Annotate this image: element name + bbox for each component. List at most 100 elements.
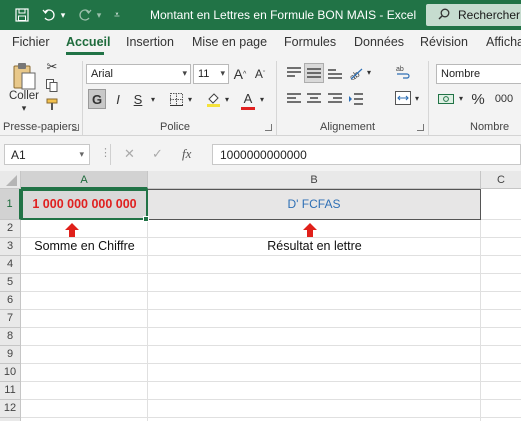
fill-handle[interactable] (143, 216, 149, 222)
align-top-icon[interactable] (284, 63, 304, 83)
number-format-select[interactable]: Nombre (436, 64, 521, 84)
group-separator (82, 61, 83, 135)
merge-center-icon[interactable] (392, 88, 414, 108)
clipboard-launcher-icon[interactable] (72, 124, 79, 131)
align-right-icon[interactable] (325, 89, 345, 109)
underline-button[interactable]: S (130, 89, 146, 109)
row-header-3[interactable]: 3 (0, 238, 21, 256)
format-painter-icon[interactable] (44, 96, 60, 112)
tab-affichage[interactable]: Affichag (486, 35, 521, 49)
redo-dropdown-icon[interactable]: ▾ (94, 0, 104, 30)
accounting-format-icon[interactable] (436, 89, 456, 109)
tab-fichier[interactable]: Fichier (12, 35, 50, 49)
column-header-a[interactable]: A (21, 171, 148, 189)
copy-icon[interactable] (44, 77, 60, 93)
undo-icon[interactable] (40, 0, 58, 30)
formula-input[interactable]: 1000000000000 (212, 144, 521, 165)
align-middle-icon[interactable] (304, 63, 324, 83)
gridline (21, 327, 521, 328)
number-format-value: Nombre (441, 68, 481, 80)
redo-icon[interactable] (76, 0, 94, 30)
align-center-icon[interactable] (304, 89, 324, 109)
svg-text:ab: ab (348, 69, 361, 80)
font-name-value: Arial (91, 68, 114, 80)
font-launcher-icon[interactable] (265, 124, 272, 131)
borders-icon[interactable] (168, 90, 184, 108)
font-size-select[interactable]: 11 ▾ (193, 64, 229, 84)
font-color-icon[interactable]: A (240, 89, 256, 107)
row-header-8[interactable]: 8 (0, 328, 21, 346)
row-header-9[interactable]: 9 (0, 346, 21, 364)
orientation-dropdown-icon[interactable]: ▾ (364, 66, 374, 78)
formula-bar-grip-icon[interactable]: ⋮ (100, 146, 111, 159)
font-name-select[interactable]: Arial ▾ (86, 64, 191, 84)
row-header-12[interactable]: 12 (0, 400, 21, 418)
align-bottom-icon[interactable] (325, 63, 345, 83)
gridline (21, 309, 521, 310)
font-color-dropdown-icon[interactable]: ▾ (257, 93, 267, 105)
tab-accueil[interactable]: Accueil (66, 35, 110, 49)
group-separator (276, 61, 277, 135)
row-header-4[interactable]: 4 (0, 256, 21, 274)
thousands-separator-button[interactable]: 000 (492, 89, 516, 109)
indent-icon[interactable] (346, 89, 366, 109)
bold-button[interactable]: G (88, 89, 106, 109)
gridline (21, 399, 521, 400)
group-separator (428, 61, 429, 135)
cut-icon[interactable]: ✂ (44, 59, 60, 75)
worksheet-grid[interactable]: A B C 1 2 3 4 5 6 7 8 9 10 11 12 13 1 00… (0, 171, 521, 421)
percent-button[interactable]: % (470, 89, 486, 109)
cell-b1[interactable]: D' FCFAS (148, 189, 481, 220)
search-box[interactable]: Rechercher (426, 4, 521, 26)
borders-dropdown-icon[interactable]: ▾ (185, 93, 195, 105)
grow-font-letter: A (233, 66, 244, 82)
paste-button-label[interactable]: Coller (6, 89, 42, 103)
underline-dropdown-icon[interactable]: ▾ (148, 93, 158, 105)
caption-somme-en-chiffre[interactable]: Somme en Chiffre (21, 239, 148, 253)
cancel-icon[interactable]: ✕ (124, 146, 135, 162)
formula-bar: A1 ▾ ⋮ ✕ ✓ fx 1000000000000 (0, 136, 521, 171)
cell-a1[interactable]: 1 000 000 000 000 (21, 189, 148, 220)
alignment-group-label: Alignement (320, 121, 376, 133)
row-header-11[interactable]: 11 (0, 382, 21, 400)
save-icon[interactable] (12, 0, 32, 30)
tab-formules[interactable]: Formules (284, 35, 336, 49)
paste-dropdown-icon[interactable]: ▾ (18, 103, 30, 113)
merge-dropdown-icon[interactable]: ▾ (412, 92, 422, 104)
fill-color-dropdown-icon[interactable]: ▾ (222, 93, 232, 105)
fill-color-icon[interactable] (205, 90, 221, 108)
paste-icon[interactable] (8, 59, 40, 93)
column-header-b[interactable]: B (148, 171, 481, 189)
tab-revision[interactable]: Révision (420, 35, 468, 49)
tab-insertion[interactable]: Insertion (126, 35, 174, 49)
row-header-2[interactable]: 2 (0, 220, 21, 238)
select-all-corner[interactable] (0, 171, 21, 189)
caption-resultat-en-lettre[interactable]: Résultat en lettre (148, 239, 481, 253)
accounting-dropdown-icon[interactable]: ▾ (456, 92, 466, 104)
tab-mise-en-page[interactable]: Mise en page (192, 35, 267, 49)
orientation-icon[interactable]: ab (346, 63, 364, 83)
excel-window: ▾ ▾ ⩡ Montant en Lettres en Formule BON … (0, 0, 521, 421)
grow-font-icon[interactable]: A ^ (232, 65, 248, 83)
name-box[interactable]: A1 ▾ (4, 144, 90, 165)
shrink-font-icon[interactable]: Aˇ (252, 65, 268, 83)
italic-button[interactable]: I (110, 89, 126, 109)
window-title: Montant en Lettres en Formule BON MAIS -… (150, 8, 417, 22)
customize-dropdown-icon[interactable]: ⩡ (110, 0, 124, 30)
font-color-swatch (241, 107, 255, 110)
row-header-1[interactable]: 1 (0, 189, 21, 220)
row-header-5[interactable]: 5 (0, 274, 21, 292)
undo-dropdown-icon[interactable]: ▾ (58, 0, 68, 30)
insert-function-button[interactable]: fx (182, 146, 191, 162)
tab-donnees[interactable]: Données (354, 35, 404, 49)
wrap-text-icon[interactable]: ab (392, 61, 414, 83)
row-header-6[interactable]: 6 (0, 292, 21, 310)
enter-icon[interactable]: ✓ (152, 146, 163, 162)
alignment-launcher-icon[interactable] (417, 124, 424, 131)
column-header-c[interactable]: C (481, 171, 521, 189)
search-label: Rechercher (458, 8, 521, 22)
gridline (480, 189, 481, 421)
row-header-10[interactable]: 10 (0, 364, 21, 382)
align-left-icon[interactable] (284, 89, 304, 109)
row-header-7[interactable]: 7 (0, 310, 21, 328)
